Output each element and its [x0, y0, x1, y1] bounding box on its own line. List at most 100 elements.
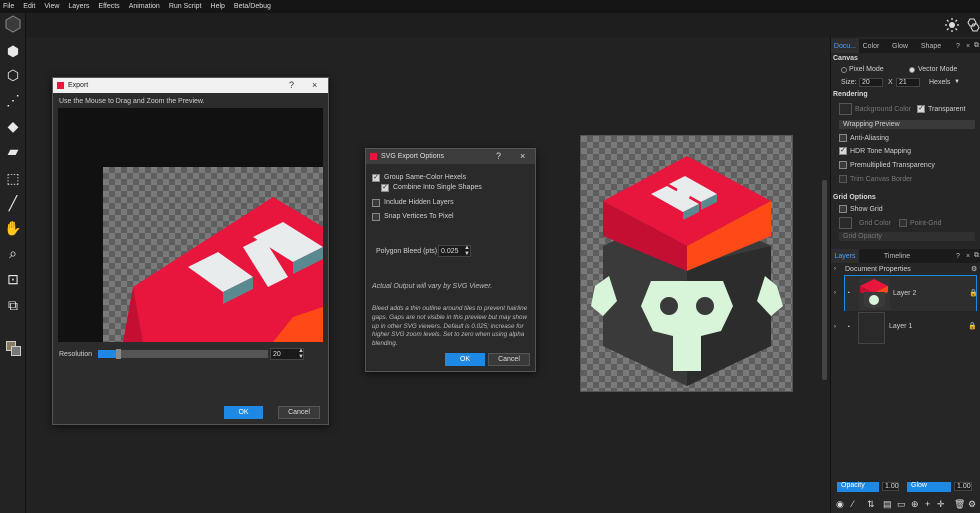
export-ok-button[interactable]: OK [224, 406, 263, 419]
document-canvas[interactable] [580, 135, 793, 392]
resolution-slider[interactable] [98, 349, 268, 359]
help-button[interactable]: ? [289, 80, 294, 90]
new-layer-icon[interactable]: ▭ [897, 499, 906, 510]
help-button[interactable]: ? [496, 151, 501, 161]
grid-color-swatch[interactable] [839, 217, 852, 229]
group-same-color-checkbox[interactable]: ✓ [372, 174, 380, 182]
size-unit-dropdown[interactable]: Hexels [929, 79, 950, 86]
hex-grid-icon[interactable] [966, 17, 980, 33]
export-dialog-titlebar[interactable]: Export ? × [53, 78, 328, 93]
opacity-input[interactable]: 1.00 [882, 482, 899, 491]
crop-icon[interactable]: ⊡ [3, 269, 23, 289]
export-preview[interactable] [58, 108, 323, 342]
hand-icon[interactable]: ✋ [3, 218, 23, 238]
close-button[interactable]: × [520, 151, 525, 161]
premultiplied-checkbox[interactable] [839, 161, 847, 169]
workspace-scrollbar[interactable] [822, 180, 827, 380]
app-icon [57, 82, 64, 89]
grid-opacity-label: Grid Opacity [843, 233, 882, 240]
background-color-swatch[interactable] [839, 103, 852, 115]
anti-aliasing-checkbox[interactable] [839, 134, 847, 142]
polygon-bleed-stepper-icon[interactable]: ▲ ▼ [464, 245, 470, 257]
lock-icon[interactable]: 🔒 [969, 289, 978, 297]
float-panel-icon[interactable]: ⧉ [972, 39, 980, 53]
tab-document[interactable]: Docu... [831, 39, 859, 53]
tab-color[interactable]: Color [860, 39, 882, 53]
layer-row-layer-1[interactable]: Layer 1 🔒 [844, 311, 977, 345]
canvas-height-input[interactable]: 21 [896, 78, 920, 87]
close-button[interactable]: × [964, 249, 972, 263]
hexagon-outline-icon[interactable]: ⬡ [3, 65, 23, 85]
svg-cancel-button[interactable]: Cancel [488, 353, 530, 366]
layer-arrows-icon[interactable]: ⇅ [867, 499, 875, 510]
help-button[interactable]: ? [953, 39, 963, 53]
lock-icon[interactable]: 🔒 [968, 322, 977, 330]
include-hidden-checkbox[interactable] [372, 199, 380, 207]
bucket-icon[interactable]: ◆ [3, 116, 23, 136]
export-cancel-button[interactable]: Cancel [278, 406, 320, 419]
svg-dialog-titlebar[interactable]: SVG Export Options ? × [366, 149, 535, 164]
select-icon[interactable]: ⬚ [3, 168, 23, 188]
document-properties-label[interactable]: Document Properties [845, 266, 911, 273]
add-group-icon[interactable]: ✛ [937, 499, 945, 510]
trim-border-checkbox[interactable] [839, 175, 847, 183]
snap-vertices-checkbox[interactable] [372, 213, 380, 221]
gear-icon[interactable]: ⚙ [971, 265, 977, 273]
menu-animation[interactable]: Animation [129, 3, 160, 10]
hdr-checkbox[interactable]: ✓ [839, 147, 847, 155]
tab-shape[interactable]: Shape [919, 39, 943, 53]
chevron-right-icon[interactable]: › [834, 324, 836, 330]
trash-icon[interactable]: 🗑 [954, 499, 965, 510]
transform-icon[interactable]: ⧉ [3, 295, 23, 315]
layers-icon[interactable]: ▤ [883, 499, 892, 510]
add-icon[interactable]: + [925, 499, 930, 509]
point-grid-checkbox[interactable] [899, 219, 907, 227]
chevron-right-icon[interactable]: › [834, 266, 836, 272]
menu-beta-debug[interactable]: Beta/Debug [234, 3, 271, 10]
canvas-width-input[interactable]: 20 [859, 78, 883, 87]
float-panel-icon[interactable]: ⧉ [972, 249, 980, 263]
visibility-eye-icon[interactable]: ◔ [846, 290, 850, 297]
glow-input[interactable]: 1.00 [954, 482, 972, 491]
tab-glow[interactable]: Glow [889, 39, 911, 53]
pixel-mode-radio[interactable] [841, 67, 847, 73]
svg-note-viewer: Actual Output will vary by SVG Viewer. [372, 283, 493, 290]
size-x-label: X [888, 79, 893, 86]
add-folder-icon[interactable]: ⊕ [911, 499, 919, 510]
line-icon[interactable]: ⋰ [3, 90, 23, 110]
menu-help[interactable]: Help [211, 3, 225, 10]
layer-row-layer-2[interactable]: Layer 2 🔒 [844, 275, 978, 312]
menu-layers[interactable]: Layers [68, 3, 89, 10]
picker-icon[interactable]: ╱ [3, 193, 23, 213]
show-grid-checkbox[interactable] [839, 205, 847, 213]
menu-run-script[interactable]: Run Script [169, 3, 202, 10]
blend-mode-icon[interactable]: ◉ [836, 499, 844, 510]
glow-slider[interactable]: Glow [907, 482, 951, 492]
zoom-icon[interactable]: ⌕ [3, 243, 23, 263]
tab-layers[interactable]: Layers [831, 249, 859, 263]
svg-ok-button[interactable]: OK [445, 353, 485, 366]
menu-view[interactable]: View [44, 3, 59, 10]
close-button[interactable]: × [312, 80, 317, 90]
menu-file[interactable]: File [3, 3, 14, 10]
tab-timeline[interactable]: Timeline [881, 249, 913, 263]
help-button[interactable]: ? [953, 249, 963, 263]
menu-edit[interactable]: Edit [23, 3, 35, 10]
vector-mode-radio[interactable] [909, 67, 915, 73]
transparent-checkbox[interactable]: ✓ [917, 105, 925, 113]
close-button[interactable]: × [964, 39, 972, 53]
brush-icon[interactable]: ⁄ [852, 499, 854, 509]
brightness-icon[interactable] [944, 17, 960, 33]
eraser-icon[interactable]: ▰ [3, 141, 23, 161]
resolution-stepper-icon[interactable]: ▲ ▼ [298, 348, 304, 360]
hexagon-fill-icon[interactable]: ⬢ [3, 41, 23, 61]
chevron-down-icon[interactable]: ▼ [954, 79, 960, 85]
gear-icon[interactable]: ⚙ [968, 499, 976, 510]
chevron-right-icon[interactable]: › [834, 290, 836, 296]
menu-effects[interactable]: Effects [98, 3, 119, 10]
opacity-slider[interactable]: Opacity [837, 482, 879, 492]
secondary-color-swatch[interactable] [11, 346, 21, 356]
combine-shapes-checkbox[interactable]: ✓ [381, 184, 389, 192]
resolution-slider-handle[interactable] [116, 349, 122, 359]
visibility-eye-icon[interactable]: ◔ [846, 324, 850, 331]
